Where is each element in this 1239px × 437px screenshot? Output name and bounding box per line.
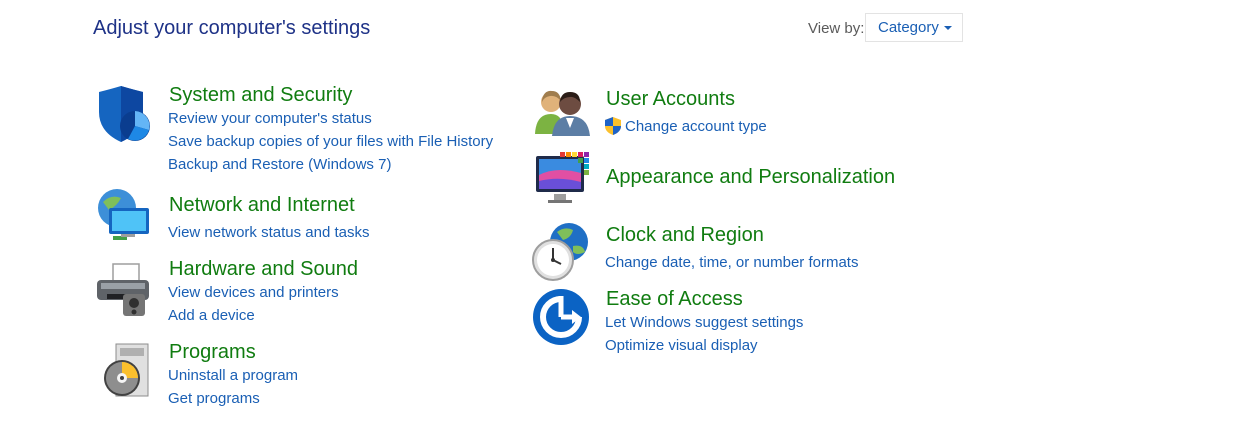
network-globe-icon[interactable] — [95, 188, 155, 248]
category-network-internet[interactable]: Network and Internet — [169, 194, 355, 217]
category-clock-region[interactable]: Clock and Region — [606, 224, 764, 247]
monitor-palette-icon[interactable] — [534, 150, 594, 210]
category-programs[interactable]: Programs — [169, 341, 256, 364]
view-by-value: Category — [878, 19, 939, 36]
category-hardware-sound[interactable]: Hardware and Sound — [169, 258, 358, 281]
clock-globe-icon[interactable] — [531, 222, 591, 282]
programs-disc-icon[interactable] — [100, 342, 160, 402]
category-appearance-personalization[interactable]: Appearance and Personalization — [606, 166, 895, 189]
link-devices-printers[interactable]: View devices and printers — [168, 284, 339, 301]
ease-of-access-icon[interactable] — [532, 288, 592, 348]
link-backup-restore[interactable]: Backup and Restore (Windows 7) — [168, 156, 391, 173]
users-icon[interactable] — [534, 88, 594, 148]
link-optimize-visual-display[interactable]: Optimize visual display — [605, 337, 758, 354]
page-title: Adjust your computer's settings — [93, 17, 371, 39]
link-file-history[interactable]: Save backup copies of your files with Fi… — [168, 133, 493, 150]
category-system-security[interactable]: System and Security — [169, 84, 352, 107]
category-ease-of-access[interactable]: Ease of Access — [606, 288, 743, 311]
link-network-status[interactable]: View network status and tasks — [168, 224, 370, 241]
link-change-account-type[interactable]: Change account type — [625, 118, 767, 135]
link-windows-suggest-settings[interactable]: Let Windows suggest settings — [605, 314, 803, 331]
link-change-date-time[interactable]: Change date, time, or number formats — [605, 254, 858, 271]
security-shield-icon[interactable] — [95, 86, 155, 146]
link-review-status[interactable]: Review your computer's status — [168, 110, 372, 127]
link-get-programs[interactable]: Get programs — [168, 390, 260, 407]
uac-shield-icon — [605, 117, 621, 135]
chevron-down-icon — [943, 26, 952, 30]
category-user-accounts[interactable]: User Accounts — [606, 88, 735, 111]
printer-icon[interactable] — [95, 260, 155, 320]
view-by-dropdown[interactable]: Category — [865, 13, 963, 42]
link-add-device[interactable]: Add a device — [168, 307, 255, 324]
link-uninstall-program[interactable]: Uninstall a program — [168, 367, 298, 384]
view-by-label: View by: — [808, 20, 865, 37]
